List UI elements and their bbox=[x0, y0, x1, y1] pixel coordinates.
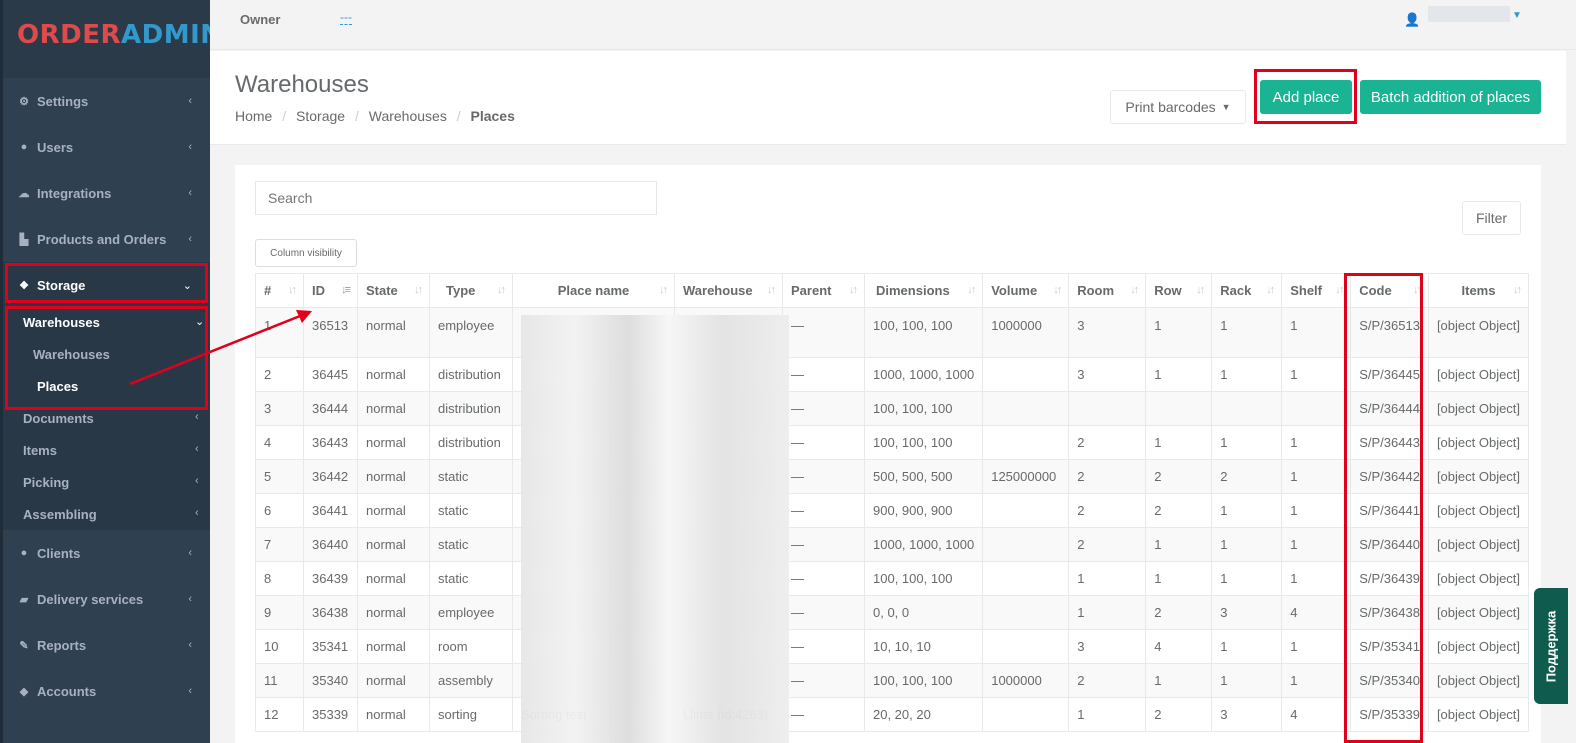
support-tab[interactable]: Поддержка bbox=[1534, 588, 1568, 704]
annotation-arrow bbox=[129, 310, 312, 386]
